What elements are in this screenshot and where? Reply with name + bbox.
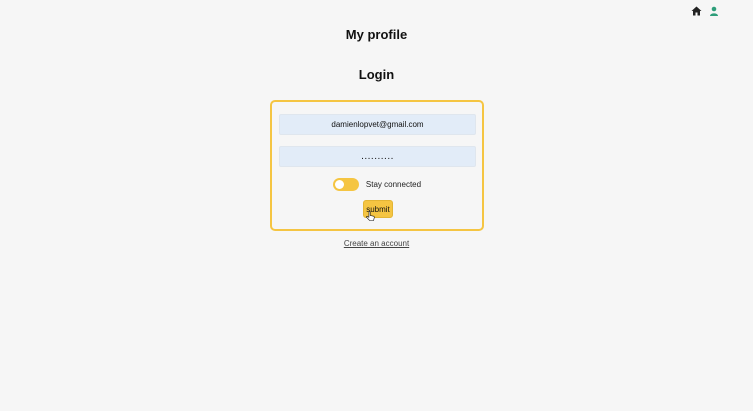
stay-connected-toggle[interactable] <box>332 178 359 191</box>
user-icon[interactable] <box>708 5 720 17</box>
stay-connected-row: Stay connected <box>272 178 482 191</box>
login-form: Stay connected submit <box>270 100 484 231</box>
page-title: My profile <box>345 27 408 42</box>
login-title: Login <box>358 67 395 82</box>
home-icon[interactable] <box>690 5 702 17</box>
pointer-cursor-icon <box>366 211 375 221</box>
email-field[interactable] <box>279 114 476 135</box>
top-nav <box>690 5 720 17</box>
create-account-link[interactable]: Create an account <box>0 239 753 248</box>
stay-connected-label: Stay connected <box>365 180 422 189</box>
password-field[interactable] <box>279 146 476 167</box>
toggle-knob <box>334 180 344 189</box>
